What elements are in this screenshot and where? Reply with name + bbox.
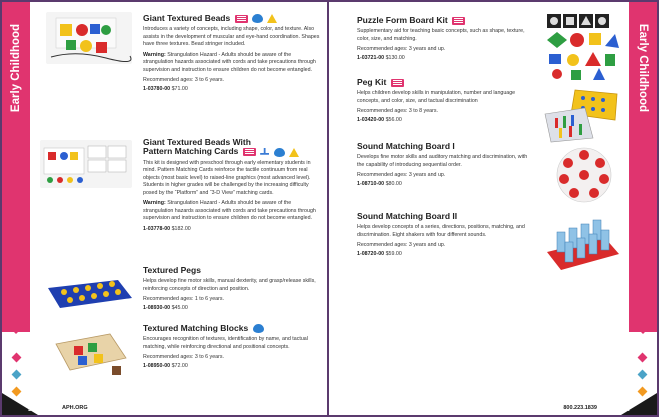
beads-pattern-cards-image xyxy=(40,140,132,188)
item-description: Supplementary aid for teaching basic con… xyxy=(357,28,525,42)
footer-url: APH.ORG xyxy=(62,405,88,411)
item-price: 1-08710-00 $80.00 xyxy=(357,181,402,188)
item-ages: Recommended ages: 3 to 6 years. xyxy=(143,77,224,84)
item-puzzle-form-board-kit: Puzzle Form Board Kit Supplementary aid … xyxy=(357,15,535,62)
item-ages: Recommended ages: 3 years and up. xyxy=(357,242,446,249)
item-ages: Recommended ages: 1 to 6 years. xyxy=(143,296,224,303)
item-price: 1-03780-00 $71.00 xyxy=(143,86,188,93)
blue-diamond-icon xyxy=(11,369,22,380)
item-price: 1-08930-00 $45.00 xyxy=(143,305,188,312)
item-price: 1-08950-00 $72.00 xyxy=(143,363,188,370)
item-ages: Recommended ages: 3 to 8 years. xyxy=(357,108,438,115)
sound-matching-board-2-image xyxy=(543,208,621,278)
tool-icon xyxy=(260,147,270,155)
textured-pegs-image xyxy=(44,274,134,314)
right-page: Early Childhood Puzzle Form Board Kit Su… xyxy=(329,2,657,415)
side-tab-label: Early Childhood xyxy=(637,23,649,113)
catalog-spread: Early Childhood Giant Textured Beads Int… xyxy=(0,0,659,417)
pink-diamond-icon xyxy=(11,352,22,363)
item-sound-matching-board-1: Sound Matching Board I Develops fine mot… xyxy=(357,141,535,188)
page-number: 37 xyxy=(623,406,631,413)
side-tab-label: Early Childhood xyxy=(10,23,22,113)
side-tab: Early Childhood xyxy=(2,2,30,332)
warning-icon xyxy=(267,14,278,24)
item-beads-pattern-cards: Giant Textured Beads With Pattern Matchi… xyxy=(143,137,321,232)
item-giant-textured-beads: Giant Textured Beads Introduces a variet… xyxy=(143,13,321,93)
peg-kit-image xyxy=(541,84,621,144)
item-title: Sound Matching Board II xyxy=(357,211,458,221)
warning-icon xyxy=(288,147,299,157)
item-price: 1-03721-00 $130.00 xyxy=(357,55,405,62)
parts-icon xyxy=(452,16,466,25)
item-warning: Warning: Strangulation Hazard - Adults s… xyxy=(143,200,316,222)
item-description: Helps develop fine motor skills, manual … xyxy=(143,278,316,292)
item-title: Puzzle Form Board Kit xyxy=(357,15,535,25)
footer-phone: 800.223.1839 xyxy=(563,405,597,411)
item-warning: Warning: Strangulation Hazard - Adults s… xyxy=(143,51,316,73)
side-tab: Early Childhood xyxy=(629,2,657,332)
item-title: Textured Matching Blocks xyxy=(143,323,321,334)
item-description: Develops fine motor skills and auditory … xyxy=(357,154,528,168)
item-price: 1-03778-00 $182.00 xyxy=(143,225,191,232)
tab-notch xyxy=(2,320,30,334)
parts-icon xyxy=(390,78,404,87)
item-price: 1-03420-00 $56.00 xyxy=(357,117,402,124)
parts-icon xyxy=(242,148,256,157)
item-peg-kit: Peg Kit Helps children develop skills in… xyxy=(357,77,535,124)
item-ages: Recommended ages: 3 years and up. xyxy=(357,46,446,53)
item-description: This kit is designed with preschool thro… xyxy=(143,159,311,196)
item-title: Giant Textured Beads xyxy=(143,13,321,24)
item-description: Helps develop concepts of a series, dire… xyxy=(357,224,525,238)
cvi-icon xyxy=(252,324,264,334)
sound-matching-board-1-image xyxy=(551,146,617,204)
cvi-icon xyxy=(273,147,285,157)
item-sound-matching-board-2: Sound Matching Board II Helps develop co… xyxy=(357,211,535,258)
item-title: Sound Matching Board I xyxy=(357,141,455,151)
giant-textured-beads-image xyxy=(46,12,132,64)
textured-matching-blocks-image xyxy=(48,328,132,378)
item-textured-pegs: Textured Pegs Helps develop fine motor s… xyxy=(143,265,321,312)
parts-icon xyxy=(234,14,248,23)
item-title: Peg Kit xyxy=(357,77,535,87)
item-price: 1-08720-00 $59.00 xyxy=(357,251,402,258)
page-number: 36 xyxy=(28,406,36,413)
item-description: Encourages recognition of textures, iden… xyxy=(143,336,308,350)
puzzle-form-board-image xyxy=(543,10,621,82)
item-title: Giant Textured Beads With Pattern Matchi… xyxy=(143,137,321,157)
pink-diamond-icon xyxy=(637,352,648,363)
blue-diamond-icon xyxy=(637,369,648,380)
tab-notch xyxy=(629,320,657,334)
item-description: Introduces a variety of concepts, includ… xyxy=(143,26,320,48)
item-description: Helps children develop skills in manipul… xyxy=(357,90,516,104)
item-ages: Recommended ages: 3 to 6 years. xyxy=(143,354,224,361)
cvi-icon xyxy=(251,14,263,24)
item-ages: Recommended ages: 3 years and up. xyxy=(357,172,446,179)
item-textured-matching-blocks: Textured Matching Blocks Encourages reco… xyxy=(143,323,321,370)
left-page: Early Childhood Giant Textured Beads Int… xyxy=(2,2,327,415)
item-title: Textured Pegs xyxy=(143,265,201,275)
